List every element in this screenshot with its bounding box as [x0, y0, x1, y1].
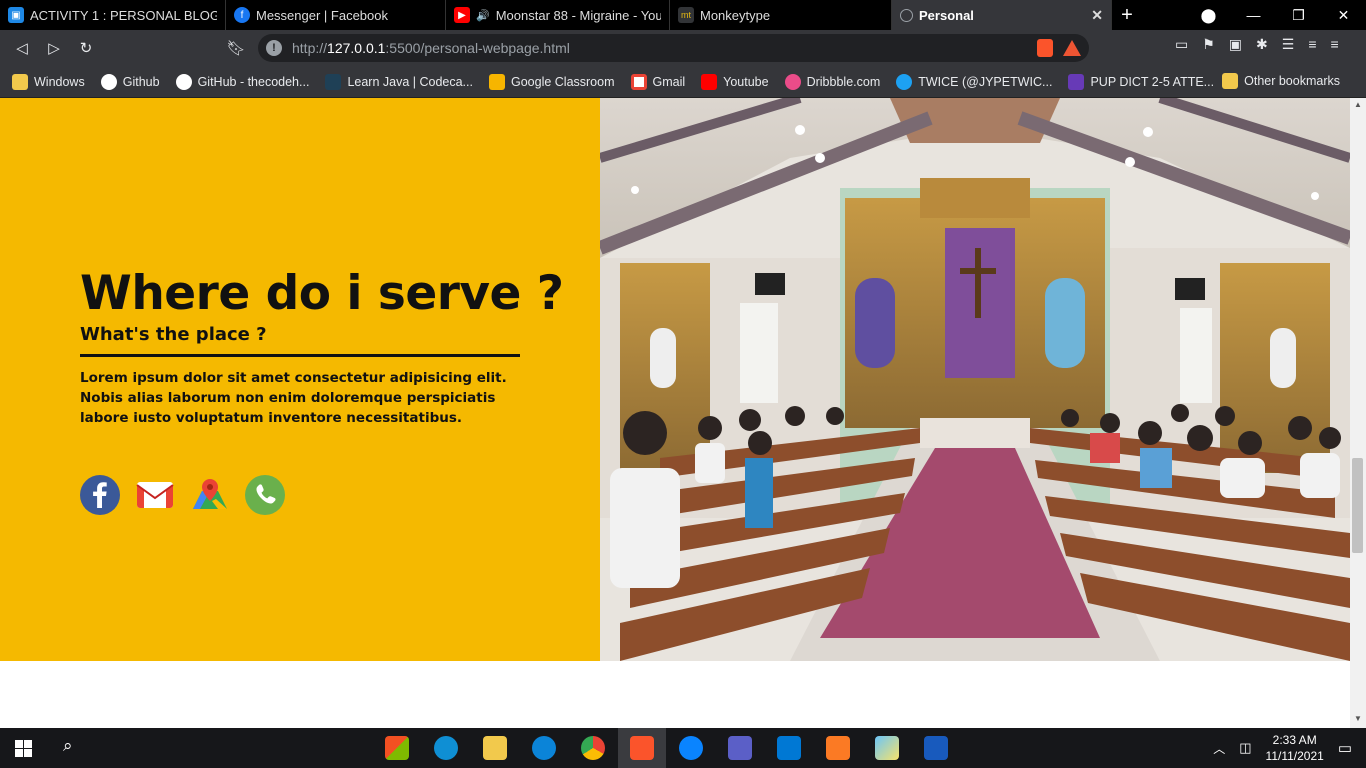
- close-tab-icon[interactable]: ✕: [1091, 7, 1103, 24]
- file-explorer-icon[interactable]: [483, 736, 507, 760]
- bookmark-windows[interactable]: Windows: [12, 73, 85, 90]
- browser-toolbar: ◁ ▷ ↻ 🔖︎ ! http://127.0.0.1:5500/persona…: [0, 30, 1366, 66]
- extension-area: ▭ ⚑ ▣ ✱ ☰ ≡ ≡: [1175, 36, 1339, 53]
- github-icon: [100, 73, 117, 90]
- brave-shields-icon[interactable]: [1037, 39, 1053, 57]
- folder-icon: [1222, 73, 1239, 89]
- new-tab-button[interactable]: +: [1112, 4, 1142, 27]
- classroom-icon: [488, 73, 505, 90]
- page-viewport: Where do i serve ? What's the place ? Lo…: [0, 98, 1350, 728]
- maps-icon[interactable]: [190, 475, 230, 515]
- dribbble-icon: [784, 73, 801, 90]
- firefox-dev-icon[interactable]: [679, 736, 703, 760]
- bookmark-github-thecodeh[interactable]: GitHub - thecodeh...: [175, 73, 309, 90]
- system-tray: ︿ ◫ 2:33 AM 11/11/2021 ▭: [1213, 728, 1366, 768]
- forward-icon[interactable]: ▷: [38, 39, 70, 57]
- monkeytype-icon: mt: [678, 7, 694, 23]
- edge-icon[interactable]: [532, 736, 556, 760]
- github-icon: [175, 73, 192, 90]
- page-subheading: What's the place ?: [80, 324, 267, 345]
- vscode-icon[interactable]: [777, 736, 801, 760]
- tab-activity[interactable]: ▣ ACTIVITY 1 : PERSONAL BLOG WEB: [0, 0, 226, 30]
- phone-icon[interactable]: [245, 475, 285, 515]
- facebook-icon: f: [234, 7, 250, 23]
- extension-badge-icon[interactable]: ▣: [1229, 36, 1242, 53]
- bookmark-twice[interactable]: TWICE (@JYPETWIC...: [896, 73, 1052, 90]
- brave-icon[interactable]: [630, 736, 654, 760]
- bookmarks-bar: Windows Github GitHub - thecodeh... Lear…: [0, 66, 1366, 98]
- divider: [80, 354, 520, 357]
- twitter-icon: [896, 73, 913, 90]
- youtube-icon: ▶: [454, 7, 470, 23]
- gmail-icon[interactable]: [135, 475, 175, 515]
- facebook-icon[interactable]: [80, 475, 120, 515]
- restore-icon[interactable]: ❐: [1276, 7, 1321, 24]
- gmail-icon: [630, 73, 647, 90]
- description-paragraph: Lorem ipsum dolor sit amet consectetur a…: [80, 370, 507, 426]
- store-icon[interactable]: [385, 736, 409, 760]
- window-controls: ⬤ — ❐ ✕: [1186, 0, 1366, 30]
- scroll-down-icon[interactable]: ▼: [1350, 714, 1366, 728]
- minimize-icon[interactable]: —: [1231, 7, 1276, 23]
- speaker-icon[interactable]: 🔊: [476, 9, 490, 22]
- notification-icon[interactable]: ▭: [1338, 739, 1352, 757]
- bookmark-other[interactable]: Other bookmarks: [1222, 73, 1340, 89]
- bookmark-dribbble[interactable]: Dribbble.com: [784, 73, 880, 90]
- flag-icon[interactable]: ⚑: [1202, 36, 1215, 53]
- bookmark-gmail[interactable]: Gmail: [630, 73, 685, 90]
- menu-icon[interactable]: ≡: [1331, 36, 1339, 53]
- bookmark-google-classroom[interactable]: Google Classroom: [488, 73, 615, 90]
- search-icon[interactable]: ⌕: [63, 736, 73, 756]
- bookmark-pup-dict[interactable]: PUP DICT 2-5 ATTE...: [1068, 73, 1214, 90]
- forms-icon: [1068, 73, 1085, 90]
- youtube-icon: [701, 73, 718, 90]
- sync-icon[interactable]: [434, 736, 458, 760]
- clock[interactable]: 2:33 AM 11/11/2021: [1266, 732, 1324, 764]
- classroom-icon: ▣: [8, 7, 24, 23]
- tab-youtube[interactable]: ▶ 🔊 Moonstar 88 - Migraine - YouTu: [446, 0, 670, 30]
- scroll-up-icon[interactable]: ▲: [1350, 100, 1366, 114]
- chrome-icon[interactable]: [581, 736, 605, 760]
- reload-icon[interactable]: ↻: [70, 39, 102, 57]
- tab-monkeytype[interactable]: mt Monkeytype: [670, 0, 892, 30]
- bookmark-github[interactable]: Github: [100, 73, 160, 90]
- virtualbox-icon[interactable]: [875, 736, 899, 760]
- network-icon[interactable]: ◫: [1239, 740, 1251, 756]
- xampp-icon[interactable]: [826, 736, 850, 760]
- info-panel: Where do i serve ? What's the place ? Lo…: [0, 98, 600, 661]
- tab-search-icon[interactable]: ⬤: [1186, 7, 1231, 24]
- globe-icon: [900, 8, 913, 22]
- social-links: [80, 475, 285, 515]
- tab-personal[interactable]: Personal ✕: [892, 0, 1112, 30]
- windows-start-icon[interactable]: [15, 740, 32, 757]
- tab-strip: ▣ ACTIVITY 1 : PERSONAL BLOG WEB f Messe…: [0, 0, 1366, 30]
- tab-messenger[interactable]: f Messenger | Facebook: [226, 0, 446, 30]
- bookmark-learn-java[interactable]: Learn Java | Codeca...: [325, 73, 473, 90]
- page-scrollbar[interactable]: [1350, 98, 1366, 728]
- codecademy-icon: [325, 73, 342, 90]
- media-icon[interactable]: ▭: [1175, 36, 1188, 53]
- word-icon[interactable]: [924, 736, 948, 760]
- teams-icon[interactable]: [728, 736, 752, 760]
- folder-icon: [12, 73, 28, 90]
- church-interior-photo: [600, 98, 1350, 661]
- site-info-icon[interactable]: !: [266, 40, 282, 56]
- bookmark-icon[interactable]: 🔖︎: [220, 39, 252, 57]
- address-bar[interactable]: ! http://127.0.0.1:5500/personal-webpage…: [258, 34, 1089, 62]
- chevron-up-icon[interactable]: ︿: [1213, 740, 1225, 757]
- reading-list-icon[interactable]: ☰: [1282, 36, 1295, 53]
- page-heading: Where do i serve ?: [80, 266, 564, 321]
- bookmark-youtube[interactable]: Youtube: [701, 73, 769, 90]
- brave-rewards-icon[interactable]: [1063, 40, 1081, 56]
- playlist-icon[interactable]: ≡: [1308, 36, 1316, 53]
- close-window-icon[interactable]: ✕: [1321, 7, 1366, 24]
- back-icon[interactable]: ◁: [6, 39, 38, 57]
- puzzle-icon[interactable]: ✱: [1256, 36, 1268, 53]
- scrollbar-thumb[interactable]: [1352, 458, 1363, 553]
